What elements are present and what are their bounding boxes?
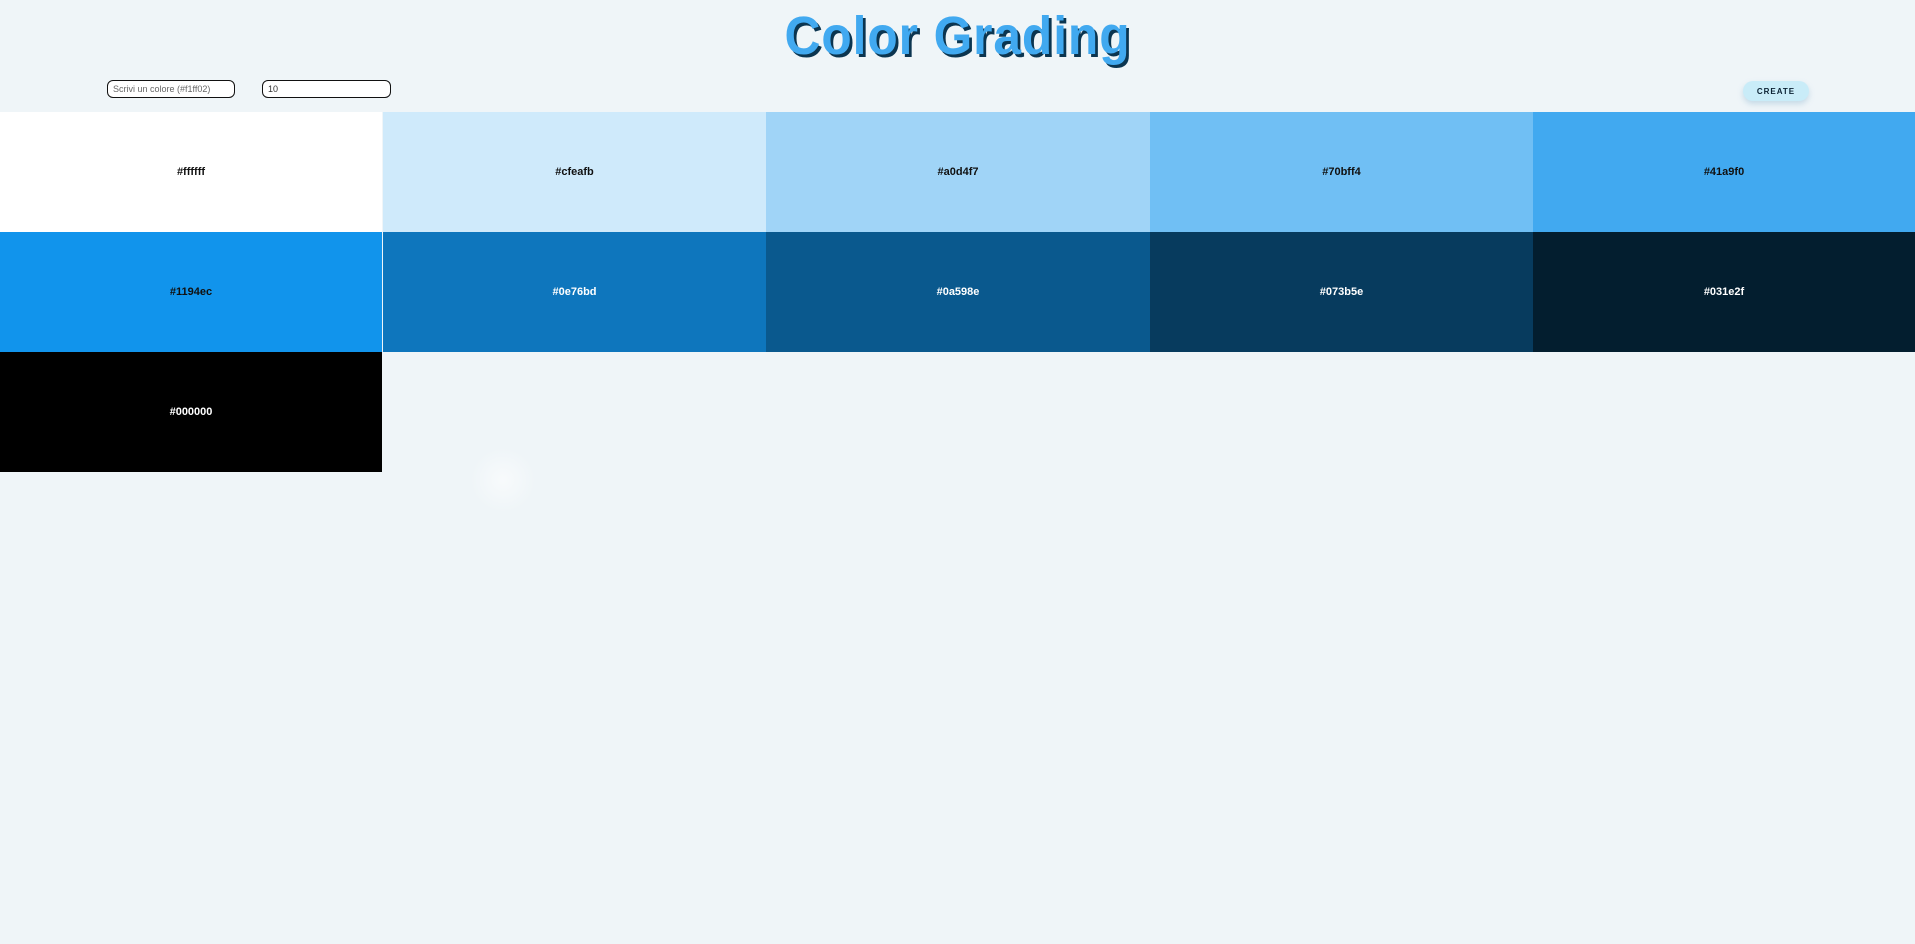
swatch-hex-label: #031e2f — [1703, 286, 1745, 298]
color-swatch[interactable]: #0a598e — [766, 232, 1150, 352]
shade-count-input[interactable] — [262, 80, 391, 98]
color-swatch[interactable]: #0e76bd — [383, 232, 766, 352]
color-swatch[interactable]: #ffffff — [0, 112, 382, 232]
swatch-hex-label: #a0d4f7 — [937, 166, 979, 178]
color-swatch[interactable]: #a0d4f7 — [766, 112, 1150, 232]
swatch-hex-label: #1194ec — [169, 286, 213, 298]
swatch-hex-label: #0a598e — [936, 286, 980, 298]
page-title: Color Grading — [784, 6, 1131, 66]
swatch-hex-label: #cfeafb — [555, 166, 594, 178]
swatch-hex-label: #ffffff — [176, 166, 206, 178]
color-swatch[interactable]: #073b5e — [1150, 232, 1533, 352]
color-swatch[interactable]: #1194ec — [0, 232, 382, 352]
swatch-hex-label: #073b5e — [1319, 286, 1364, 298]
swatch-hex-label: #70bff4 — [1322, 166, 1361, 178]
color-swatch[interactable]: #70bff4 — [1150, 112, 1533, 232]
color-swatch[interactable]: #000000 — [0, 352, 382, 472]
color-swatch[interactable]: #41a9f0 — [1533, 112, 1915, 232]
color-swatch[interactable]: #031e2f — [1533, 232, 1915, 352]
create-button[interactable]: CREATE — [1743, 81, 1809, 101]
color-input[interactable] — [107, 80, 235, 98]
swatch-hex-label: #0e76bd — [552, 286, 597, 298]
decorative-glow — [470, 447, 536, 513]
color-swatch[interactable]: #cfeafb — [383, 112, 766, 232]
swatch-hex-label: #41a9f0 — [1703, 166, 1745, 178]
swatch-hex-label: #000000 — [169, 406, 213, 418]
